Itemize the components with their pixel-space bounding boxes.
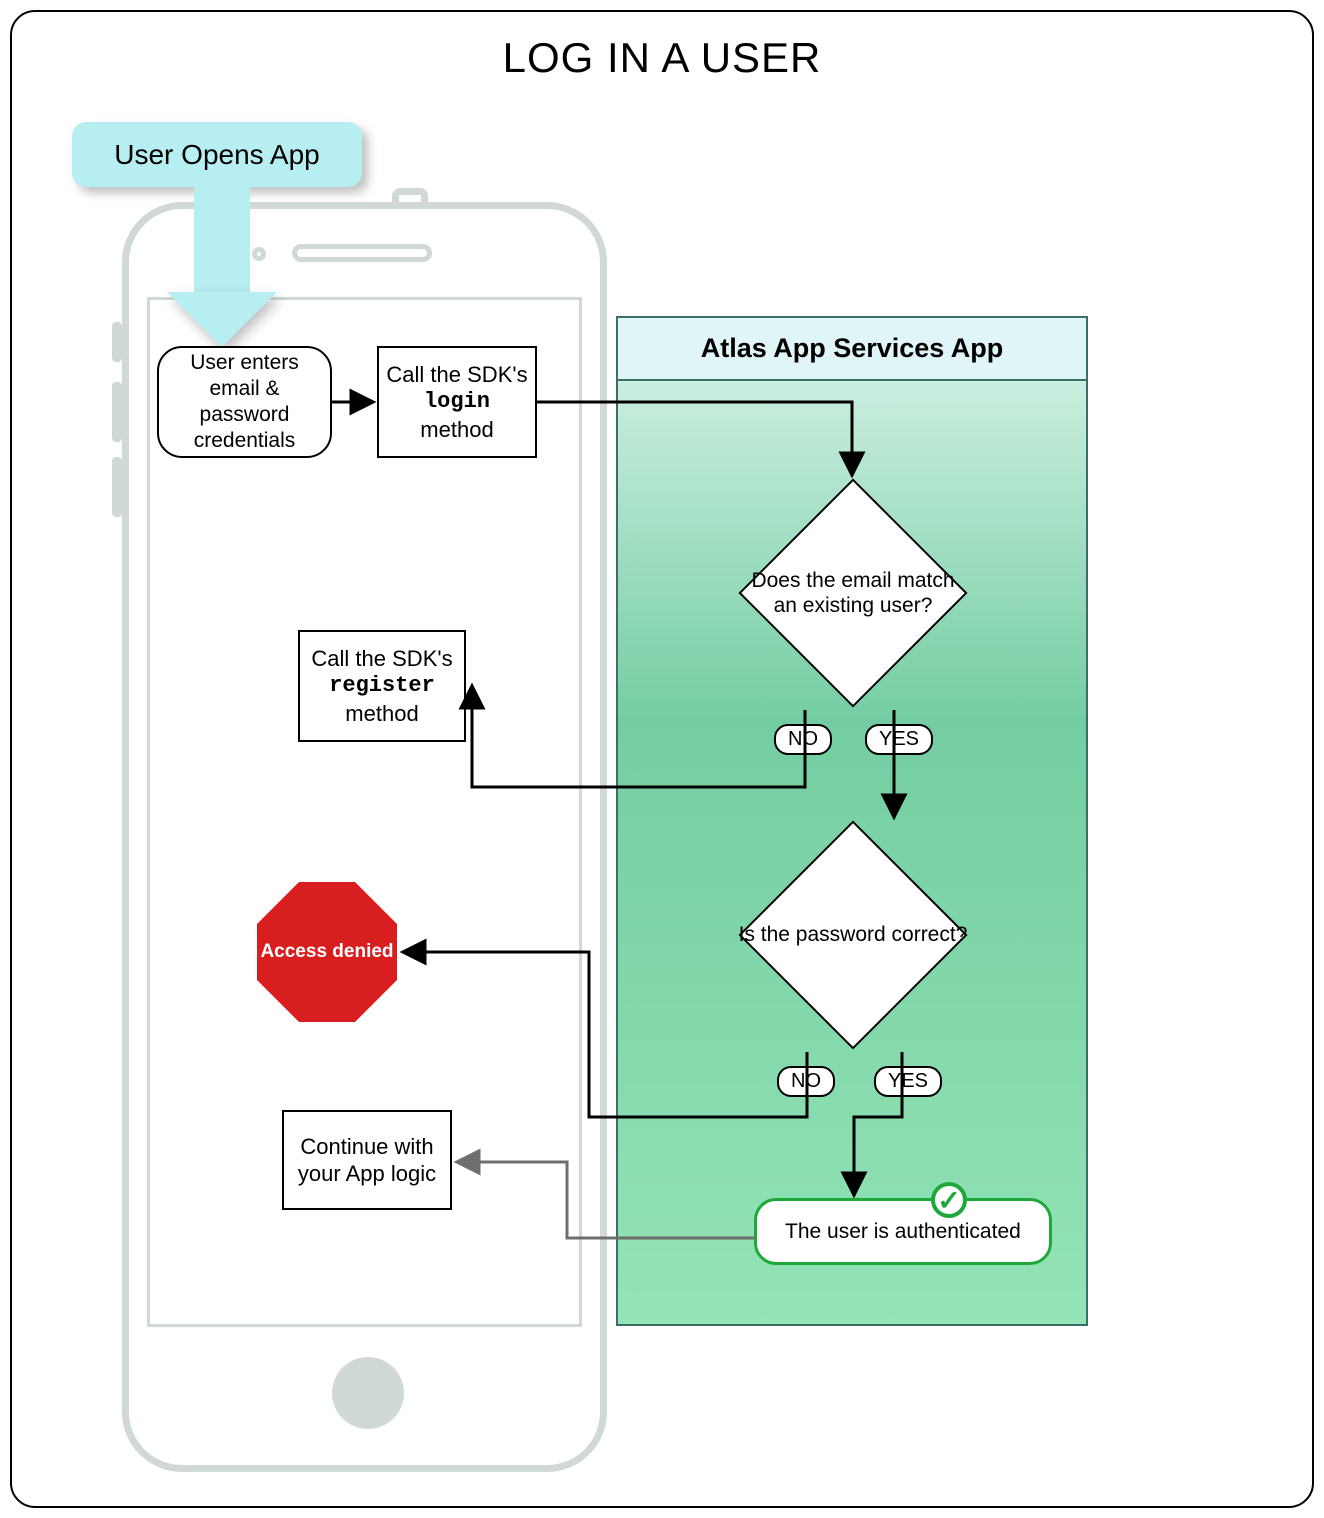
opens-arrow-head-icon [167,292,277,347]
phone-side-button [112,382,122,442]
label-yes: YES [874,1066,942,1097]
decision-label: Is the password correct? [738,820,968,1050]
user-opens-app-banner: User Opens App [72,122,362,187]
text: Call the SDK's [386,361,527,389]
label-no: NO [777,1066,835,1097]
phone-side-button [112,322,122,362]
phone-side-button [112,457,122,517]
code-text: register [329,672,435,700]
code-text: login [424,388,490,416]
text: method [345,700,418,728]
step-enter-credentials: User enters email & password credentials [157,346,332,458]
step-access-denied: Access denied [257,882,397,1022]
step-call-register: Call the SDK's register method [298,630,466,742]
label-no: NO [774,724,832,755]
text: Call the SDK's [311,645,452,673]
step-continue-app-logic: Continue with your App logic [282,1110,452,1210]
server-panel-title: Atlas App Services App [618,318,1086,381]
diagram-title: LOG IN A USER [12,34,1312,82]
check-icon: ✓ [931,1182,967,1218]
opens-arrow-stem [194,187,250,297]
decision-password-correct: Is the password correct? [738,820,968,1050]
diagram-canvas: LOG IN A USER Atlas App Services App Use… [10,10,1314,1508]
phone-notch [392,188,428,202]
phone-speaker [292,244,432,262]
text: method [420,416,493,444]
label-yes: YES [865,724,933,755]
step-call-login: Call the SDK's login method [377,346,537,458]
step-user-authenticated: The user is authenticated [754,1198,1052,1265]
phone-camera-dot [252,247,266,261]
decision-email-match: Does the email match an existing user? [738,478,968,708]
phone-home-button [332,1357,404,1429]
decision-label: Does the email match an existing user? [738,478,968,708]
